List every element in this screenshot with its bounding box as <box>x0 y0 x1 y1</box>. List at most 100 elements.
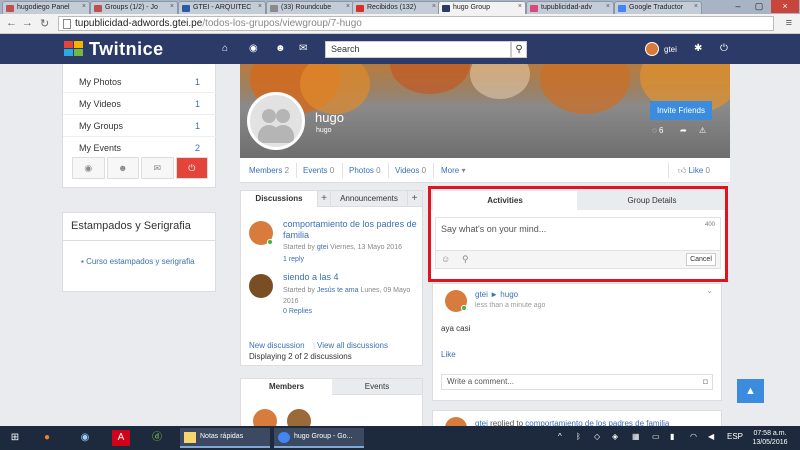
browser-tab[interactable]: Recibidos (132) × <box>352 1 440 14</box>
stat-members[interactable]: Members 2 <box>249 166 289 175</box>
chevron-down-icon[interactable]: ⌄ <box>706 286 713 295</box>
tab-activities[interactable]: Activities <box>433 191 577 210</box>
stat-events[interactable]: Events 0 <box>303 166 334 175</box>
close-tab-icon[interactable]: × <box>346 3 350 10</box>
location-icon[interactable]: ⚲ <box>462 254 469 265</box>
forward-arrow-icon[interactable]: → <box>22 17 33 29</box>
tab-announcements[interactable]: Announcements <box>331 191 407 207</box>
sidebar-section-link[interactable]: ▪ Curso estampados y serigrafia <box>81 256 201 268</box>
search-input[interactable]: Search <box>325 41 511 58</box>
tab-events[interactable]: Events <box>332 379 422 395</box>
close-tab-icon[interactable]: × <box>170 3 174 10</box>
globe-icon[interactable]: ◉ <box>72 157 105 179</box>
cancel-button[interactable]: Cancel <box>686 253 716 266</box>
avatar[interactable] <box>645 42 659 56</box>
discussions-panel: Discussions + Announcements + comportami… <box>240 190 423 366</box>
browser-tab[interactable]: tupublicidad-adv × <box>526 1 614 14</box>
invite-friends-button[interactable]: Invite Friends <box>650 101 712 120</box>
acrobat-icon[interactable]: A <box>112 430 130 446</box>
avatar[interactable] <box>249 274 273 298</box>
tab-favicon-icon <box>356 5 364 12</box>
firefox-icon[interactable]: ● <box>38 430 56 446</box>
battery-icon[interactable]: ▮ <box>670 432 674 441</box>
network-icon[interactable]: ▦ <box>632 432 640 441</box>
printer-icon[interactable]: ▭ <box>652 432 660 441</box>
mail-icon[interactable]: ✉ <box>141 157 174 179</box>
browser-tab[interactable]: Google Traductor × <box>614 1 702 14</box>
user-icon[interactable]: ☻ <box>106 157 139 179</box>
add-discussion-icon[interactable]: + <box>317 191 331 207</box>
like-link[interactable]: Like <box>441 350 456 359</box>
eye-app-icon[interactable]: ◉ <box>76 430 94 446</box>
close-tab-icon[interactable]: × <box>694 3 698 10</box>
globe-icon[interactable]: ◉ <box>249 43 258 54</box>
sidebar-item-photos[interactable]: My Photos 1 <box>63 71 216 93</box>
site-logo[interactable]: Twitnice <box>64 39 164 59</box>
url-input[interactable]: tupublicidad-adwords.gtei.pe/todos-los-g… <box>58 16 774 31</box>
discussion-replies[interactable]: 0 Replies <box>283 308 312 315</box>
stat-photos[interactable]: Photos 0 <box>349 166 381 175</box>
taskbar-app-notes[interactable]: Notas rápidas <box>180 428 270 448</box>
post-author[interactable]: gtei <box>475 290 488 299</box>
home-icon[interactable]: ⌂ <box>222 43 228 54</box>
add-announcement-icon[interactable]: + <box>407 191 421 207</box>
report-icon[interactable]: ⚠ <box>699 126 706 135</box>
stat-videos[interactable]: Videos 0 <box>395 166 426 175</box>
browser-tab[interactable]: hugodiego Panel × <box>2 1 90 14</box>
tab-group-details[interactable]: Group Details <box>581 191 723 210</box>
sidebar-item-groups[interactable]: My Groups 1 <box>63 115 216 137</box>
user-icon[interactable]: ☻ <box>275 43 286 54</box>
comment-input[interactable]: Write a comment... ◘ <box>441 374 713 390</box>
search-icon[interactable]: ⚲ <box>511 41 527 58</box>
close-tab-icon[interactable]: × <box>518 3 522 10</box>
windows-start-icon[interactable]: ⊞ <box>6 430 24 446</box>
volume-icon[interactable]: ◀ <box>708 432 714 441</box>
discussion-replies[interactable]: 1 reply <box>283 256 304 263</box>
scroll-to-top-button[interactable]: ▲ <box>737 379 764 403</box>
close-window-icon[interactable]: × <box>771 0 799 13</box>
sidebar-item-videos[interactable]: My Videos 1 <box>63 93 216 115</box>
like-button[interactable]: 👍︎ Like 0 <box>678 166 710 176</box>
power-icon[interactable]: ⏻ <box>175 157 208 179</box>
maximize-window-icon[interactable]: ▢ <box>749 0 769 13</box>
back-arrow-icon[interactable]: ← <box>6 17 17 29</box>
discussion-title[interactable]: comportamiento de los padres de familia <box>283 219 418 241</box>
close-tab-icon[interactable]: × <box>432 3 436 10</box>
tab-discussions[interactable]: Discussions <box>241 191 317 207</box>
tray-chevron-icon[interactable]: ^ <box>558 432 562 441</box>
sidebar-item-events[interactable]: My Events 2 <box>63 137 216 159</box>
wifi-icon[interactable]: ◠ <box>690 432 697 441</box>
close-tab-icon[interactable]: × <box>82 3 86 10</box>
clock[interactable]: 07:58 a.m. 13/05/2016 <box>745 429 795 447</box>
language-indicator[interactable]: ESP <box>727 432 743 441</box>
post-target[interactable]: hugo <box>500 290 518 299</box>
nav-username[interactable]: gtei <box>664 45 677 54</box>
taskbar-app-chrome[interactable]: hugo Group - Go... <box>274 428 364 448</box>
more-dropdown[interactable]: More ▾ <box>441 166 465 175</box>
close-tab-icon[interactable]: × <box>606 3 610 10</box>
status-input[interactable]: Say what's on your mind... <box>435 217 721 251</box>
reload-icon[interactable]: ↻ <box>40 17 49 30</box>
new-discussion-link[interactable]: New discussion <box>249 341 305 350</box>
browser-tab[interactable]: GTEI - ARQUITEC × <box>178 1 266 14</box>
dreamweaver-icon[interactable]: ⓓ <box>148 430 166 446</box>
close-tab-icon[interactable]: × <box>258 3 262 10</box>
browser-tab[interactable]: Groups (1/2) - Jo × <box>90 1 178 14</box>
browser-tab-active[interactable]: hugo Group × <box>438 1 526 14</box>
browser-tab[interactable]: (33) Roundcube × <box>266 1 354 14</box>
mail-icon[interactable]: ✉ <box>299 43 307 54</box>
view-all-discussions-link[interactable]: View all discussions <box>317 341 388 350</box>
camera-icon[interactable]: ◘ <box>703 375 708 389</box>
browser-menu-icon[interactable]: ≡ <box>786 17 792 29</box>
dropbox-icon[interactable]: ◇ <box>594 432 600 441</box>
group-avatar[interactable] <box>247 92 305 150</box>
tab-members[interactable]: Members <box>241 379 332 395</box>
bluetooth-icon[interactable]: ᛒ <box>576 432 581 441</box>
emoji-icon[interactable]: ☺ <box>441 254 450 264</box>
minimize-window-icon[interactable]: – <box>728 0 748 13</box>
shield-icon[interactable]: ◈ <box>612 432 618 441</box>
power-icon[interactable]: ⏻ <box>720 43 728 54</box>
share-icon[interactable]: ➦ <box>680 126 687 135</box>
gear-icon[interactable]: ✱ <box>694 43 702 54</box>
discussion-title[interactable]: siendo a las 4 <box>283 272 418 283</box>
